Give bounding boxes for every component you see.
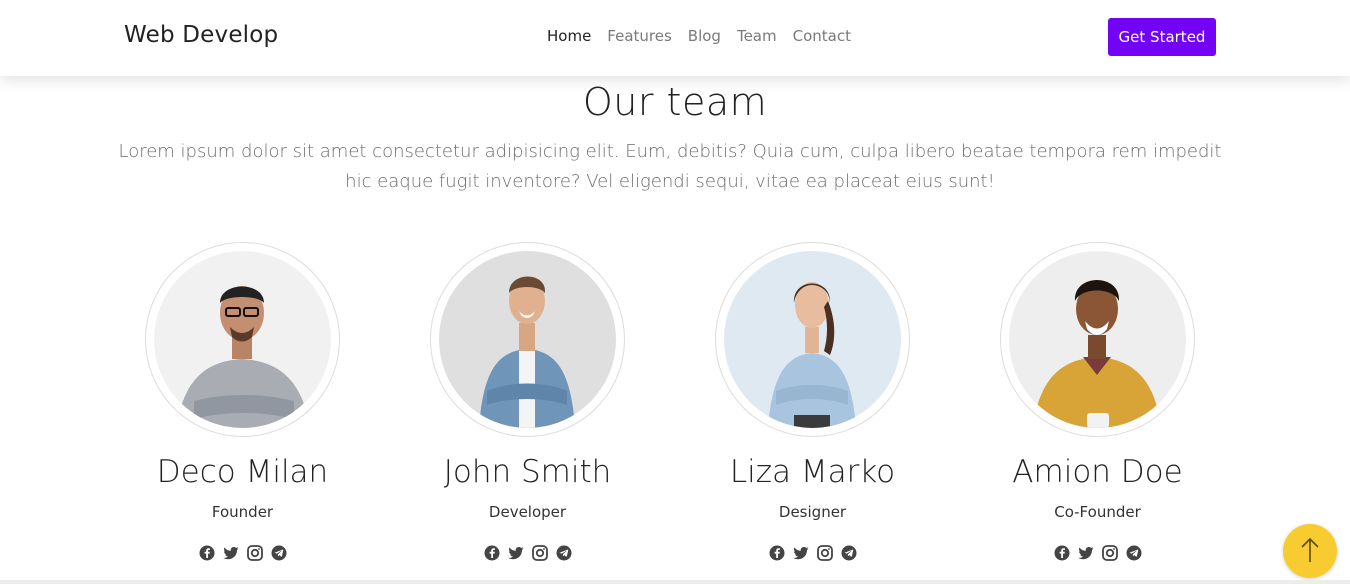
instagram-icon[interactable] — [1101, 545, 1118, 561]
section-description: Lorem ipsum dolor sit amet consectetur a… — [118, 141, 1222, 192]
instagram-icon[interactable] — [531, 545, 548, 561]
avatar-frame — [145, 242, 340, 437]
instagram-icon[interactable] — [816, 545, 833, 561]
telegram-icon[interactable] — [841, 545, 857, 561]
social-links — [100, 545, 385, 561]
avatar — [724, 251, 901, 428]
arrow-up-icon — [1299, 536, 1321, 567]
avatar-frame — [715, 242, 910, 437]
social-links — [955, 545, 1240, 561]
team-member-card: Amion Doe Co-Founder — [955, 242, 1240, 584]
twitter-icon[interactable] — [1077, 545, 1094, 561]
avatar-frame — [1000, 242, 1195, 437]
navbar: Web Develop Home Features Blog Team Cont… — [0, 0, 1350, 76]
member-name: Liza Marko — [729, 454, 896, 490]
social-links — [670, 545, 955, 561]
team-member-card: Liza Marko Designer — [670, 242, 955, 584]
member-role: Co-Founder — [1054, 503, 1141, 521]
nav-link-team[interactable]: Team — [737, 27, 777, 45]
twitter-icon[interactable] — [792, 545, 809, 561]
nav-link-home[interactable]: Home — [547, 27, 591, 45]
member-role: Designer — [778, 503, 847, 521]
brand-logo[interactable]: Web Develop — [124, 22, 278, 48]
member-name: John Smith — [443, 454, 612, 490]
back-to-top-button[interactable] — [1283, 524, 1337, 578]
nav-link-contact[interactable]: Contact — [793, 27, 851, 45]
member-role: Developer — [488, 503, 567, 521]
twitter-icon[interactable] — [507, 545, 524, 561]
avatar — [439, 251, 616, 428]
member-name: Amion Doe — [1012, 454, 1183, 490]
telegram-icon[interactable] — [556, 545, 572, 561]
nav-links: Home Features Blog Team Contact — [547, 27, 851, 45]
social-links — [385, 545, 670, 561]
nav-link-features[interactable]: Features — [607, 27, 672, 45]
team-grid: Deco Milan Founder John Smith Developer … — [100, 242, 1240, 584]
instagram-icon[interactable] — [246, 545, 263, 561]
avatar — [1009, 251, 1186, 428]
team-member-card: John Smith Developer — [385, 242, 670, 584]
member-role: Founder — [211, 503, 274, 521]
avatar-frame — [430, 242, 625, 437]
telegram-icon[interactable] — [271, 545, 287, 561]
team-member-card: Deco Milan Founder — [100, 242, 385, 584]
telegram-icon[interactable] — [1126, 545, 1142, 561]
facebook-icon[interactable] — [199, 545, 215, 561]
facebook-icon[interactable] — [1054, 545, 1070, 561]
footer-divider — [0, 580, 1350, 584]
nav-link-blog[interactable]: Blog — [688, 27, 721, 45]
section-title: Our team — [582, 80, 768, 124]
twitter-icon[interactable] — [222, 545, 239, 561]
facebook-icon[interactable] — [769, 545, 785, 561]
avatar — [154, 251, 331, 428]
member-name: Deco Milan — [156, 454, 329, 490]
facebook-icon[interactable] — [484, 545, 500, 561]
get-started-button[interactable]: Get Started — [1108, 18, 1216, 56]
